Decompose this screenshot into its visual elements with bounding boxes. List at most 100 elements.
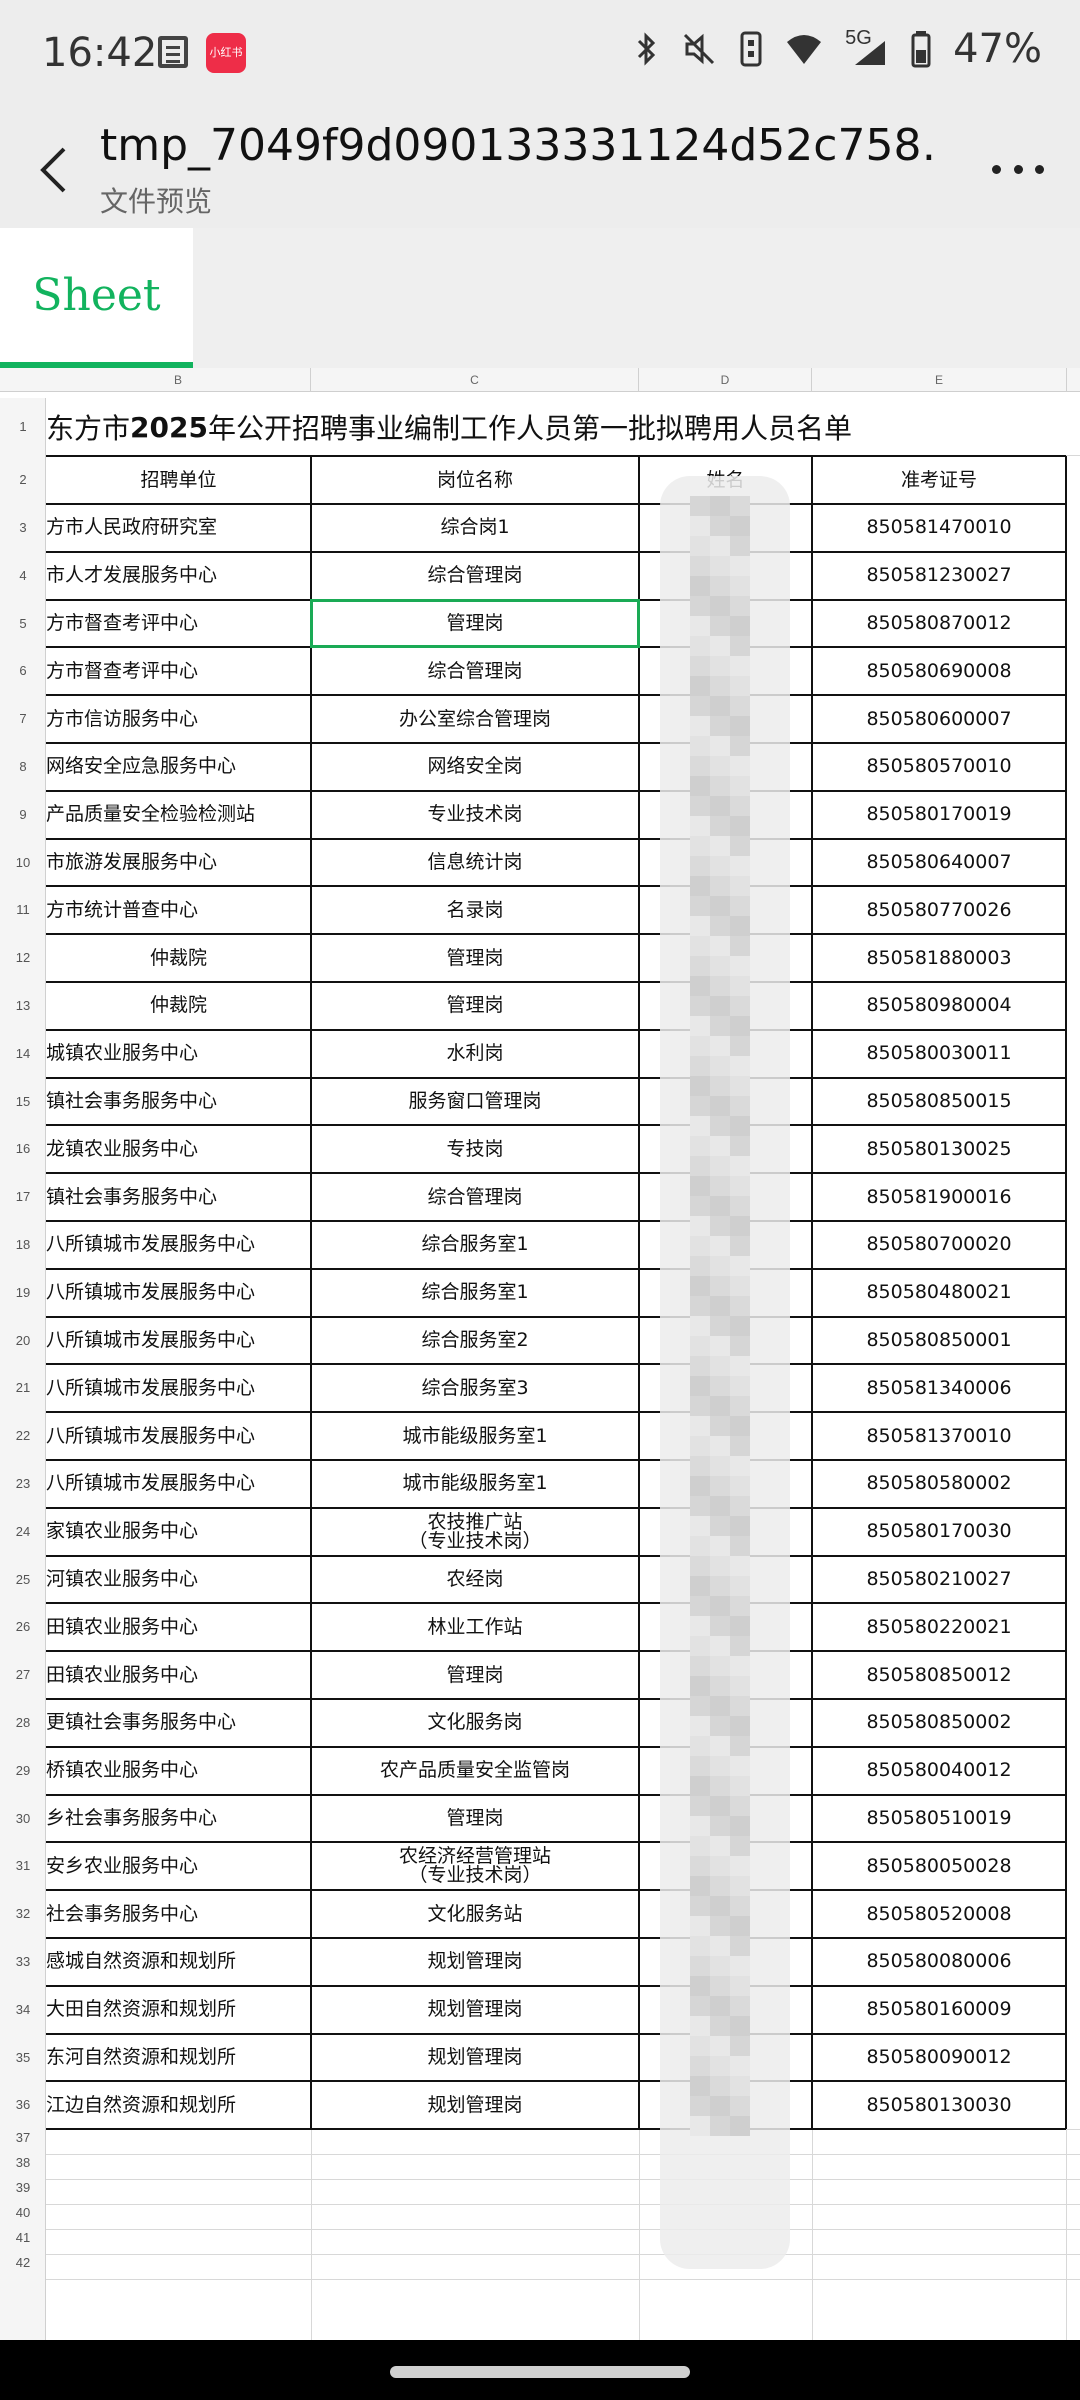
cell-post[interactable]: 专业技术岗 xyxy=(311,791,639,839)
row-number[interactable]: 15 xyxy=(0,1094,46,1109)
cell-post[interactable]: 文化服务岗 xyxy=(311,1699,639,1747)
row-number[interactable]: 19 xyxy=(0,1285,46,1300)
row-number[interactable]: 7 xyxy=(0,711,46,726)
cell-exam-no[interactable]: 850580700020 xyxy=(812,1221,1066,1269)
cell-exam-no[interactable]: 850580040012 xyxy=(812,1747,1066,1795)
row-number[interactable]: 40 xyxy=(0,2205,46,2220)
cell-exam-no[interactable]: 850580220021 xyxy=(812,1603,1066,1651)
row-number[interactable]: 33 xyxy=(0,1954,46,1969)
table-row[interactable]: 市旅游发展服务中心 信息统计岗 850580640007 xyxy=(46,839,1080,887)
cell-post[interactable]: 林业工作站 xyxy=(311,1603,639,1651)
cell-unit[interactable]: 龙镇农业服务中心 xyxy=(46,1125,311,1173)
row-number[interactable]: 32 xyxy=(0,1906,46,1921)
cell-unit[interactable]: 城镇农业服务中心 xyxy=(46,1030,311,1078)
cell-unit[interactable]: 八所镇城市发展服务中心 xyxy=(46,1269,311,1317)
cell-unit[interactable]: 感城自然资源和规划所 xyxy=(46,1938,311,1986)
cell-post[interactable]: 网络安全岗 xyxy=(311,743,639,791)
cell-exam-no[interactable]: 850580770026 xyxy=(812,886,1066,934)
table-row[interactable]: 方市人民政府研究室 综合岗1 850581470010 xyxy=(46,504,1080,552)
row-number[interactable]: 24 xyxy=(0,1524,46,1539)
row-number[interactable]: 1 xyxy=(0,419,46,434)
row-number[interactable]: 4 xyxy=(0,568,46,583)
cell-exam-no[interactable]: 850580850012 xyxy=(812,1651,1066,1699)
cell-unit[interactable]: 市人才发展服务中心 xyxy=(46,552,311,600)
cell-exam-no[interactable]: 850580870012 xyxy=(812,600,1066,648)
row-number[interactable]: 37 xyxy=(0,2130,46,2145)
cell-unit[interactable]: 八所镇城市发展服务中心 xyxy=(46,1364,311,1412)
cell-unit[interactable]: 田镇农业服务中心 xyxy=(46,1603,311,1651)
cell-exam-no[interactable]: 850580510019 xyxy=(812,1795,1066,1843)
table-row[interactable]: 家镇农业服务中心 农技推广站 （专业技术岗） 850580170030 xyxy=(46,1508,1080,1556)
cell-unit[interactable]: 田镇农业服务中心 xyxy=(46,1651,311,1699)
table-row[interactable]: 仲裁院 管理岗 850581880003 xyxy=(46,934,1080,982)
cell-post[interactable]: 管理岗 xyxy=(311,934,639,982)
row-number[interactable]: 17 xyxy=(0,1189,46,1204)
table-row[interactable]: 镇社会事务服务中心 综合管理岗 850581900016 xyxy=(46,1173,1080,1221)
row-number[interactable]: 21 xyxy=(0,1380,46,1395)
row-number[interactable]: 39 xyxy=(0,2180,46,2195)
row-number[interactable]: 23 xyxy=(0,1476,46,1491)
cell-exam-no[interactable]: 850580980004 xyxy=(812,982,1066,1030)
cell-exam-no[interactable]: 850580080006 xyxy=(812,1938,1066,1986)
row-number[interactable]: 13 xyxy=(0,998,46,1013)
table-row[interactable]: 镇社会事务服务中心 服务窗口管理岗 850580850015 xyxy=(46,1078,1080,1126)
table-row[interactable]: 感城自然资源和规划所 规划管理岗 850580080006 xyxy=(46,1938,1080,1986)
header-exam-no[interactable]: 准考证号 xyxy=(812,456,1066,504)
cell-post[interactable]: 水利岗 xyxy=(311,1030,639,1078)
table-row[interactable]: 田镇农业服务中心 林业工作站 850580220021 xyxy=(46,1603,1080,1651)
cell-post[interactable]: 文化服务站 xyxy=(311,1890,639,1938)
cell-exam-no[interactable]: 850580600007 xyxy=(812,695,1066,743)
cell-unit[interactable]: 方市人民政府研究室 xyxy=(46,504,311,552)
cell-post[interactable]: 办公室综合管理岗 xyxy=(311,695,639,743)
cell-post[interactable]: 城市能级服务室1 xyxy=(311,1460,639,1508)
column-header-b[interactable]: B xyxy=(46,368,311,392)
cell-exam-no[interactable]: 850580850015 xyxy=(812,1078,1066,1126)
cell-exam-no[interactable]: 850581230027 xyxy=(812,552,1066,600)
row-number[interactable]: 6 xyxy=(0,663,46,678)
cell-unit[interactable]: 八所镇城市发展服务中心 xyxy=(46,1460,311,1508)
cell-unit[interactable]: 更镇社会事务服务中心 xyxy=(46,1699,311,1747)
cell-unit[interactable]: 八所镇城市发展服务中心 xyxy=(46,1317,311,1365)
cell-exam-no[interactable]: 850580640007 xyxy=(812,839,1066,887)
cell-unit[interactable]: 镇社会事务服务中心 xyxy=(46,1173,311,1221)
table-row[interactable]: 八所镇城市发展服务中心 综合服务室2 850580850001 xyxy=(46,1317,1080,1365)
cell-unit[interactable]: 方市督查考评中心 xyxy=(46,647,311,695)
cell-exam-no[interactable]: 850581880003 xyxy=(812,934,1066,982)
row-number[interactable]: 16 xyxy=(0,1141,46,1156)
cell-post[interactable]: 综合服务室1 xyxy=(311,1269,639,1317)
table-row[interactable]: 东河自然资源和规划所 规划管理岗 850580090012 xyxy=(46,2034,1080,2082)
cell-exam-no[interactable]: 850580050028 xyxy=(812,1842,1066,1890)
cell-exam-no[interactable]: 850580690008 xyxy=(812,647,1066,695)
cell-post[interactable]: 信息统计岗 xyxy=(311,839,639,887)
cell-unit[interactable]: 大田自然资源和规划所 xyxy=(46,1986,311,2034)
row-number[interactable]: 42 xyxy=(0,2255,46,2270)
table-row[interactable]: 产品质量安全检验检测站 专业技术岗 850580170019 xyxy=(46,791,1080,839)
cell-exam-no[interactable]: 850580170030 xyxy=(812,1508,1066,1556)
cell-unit[interactable]: 产品质量安全检验检测站 xyxy=(46,791,311,839)
table-row[interactable]: 江边自然资源和规划所 规划管理岗 850580130030 xyxy=(46,2081,1080,2129)
cell-exam-no[interactable]: 850580170019 xyxy=(812,791,1066,839)
cell-post[interactable]: 规划管理岗 xyxy=(311,1986,639,2034)
row-number[interactable]: 31 xyxy=(0,1858,46,1873)
row-number[interactable]: 11 xyxy=(0,902,46,917)
cell-unit[interactable]: 方市信访服务中心 xyxy=(46,695,311,743)
cell-exam-no[interactable]: 850580850002 xyxy=(812,1699,1066,1747)
cell-exam-no[interactable]: 850580130025 xyxy=(812,1125,1066,1173)
table-row[interactable]: 八所镇城市发展服务中心 城市能级服务室1 850580580002 xyxy=(46,1460,1080,1508)
row-number[interactable]: 30 xyxy=(0,1811,46,1826)
cell-post[interactable]: 规划管理岗 xyxy=(311,1938,639,1986)
row-number[interactable]: 9 xyxy=(0,807,46,822)
cell-post[interactable]: 农经济经营管理站 （专业技术岗） xyxy=(311,1842,639,1890)
cell-unit[interactable]: 江边自然资源和规划所 xyxy=(46,2081,311,2129)
cell-post[interactable]: 名录岗 xyxy=(311,886,639,934)
row-number[interactable]: 35 xyxy=(0,2050,46,2065)
cell-exam-no[interactable]: 850581900016 xyxy=(812,1173,1066,1221)
table-row[interactable]: 更镇社会事务服务中心 文化服务岗 850580850002 xyxy=(46,1699,1080,1747)
row-number[interactable]: 36 xyxy=(0,2097,46,2112)
cell-post[interactable]: 管理岗 xyxy=(311,982,639,1030)
cell-exam-no[interactable]: 850581340006 xyxy=(812,1364,1066,1412)
cell-post[interactable]: 管理岗 xyxy=(311,1651,639,1699)
table-row[interactable]: 仲裁院 管理岗 850580980004 xyxy=(46,982,1080,1030)
table-row[interactable]: 八所镇城市发展服务中心 综合服务室3 850581340006 xyxy=(46,1364,1080,1412)
table-row[interactable]: 乡社会事务服务中心 管理岗 850580510019 xyxy=(46,1795,1080,1843)
